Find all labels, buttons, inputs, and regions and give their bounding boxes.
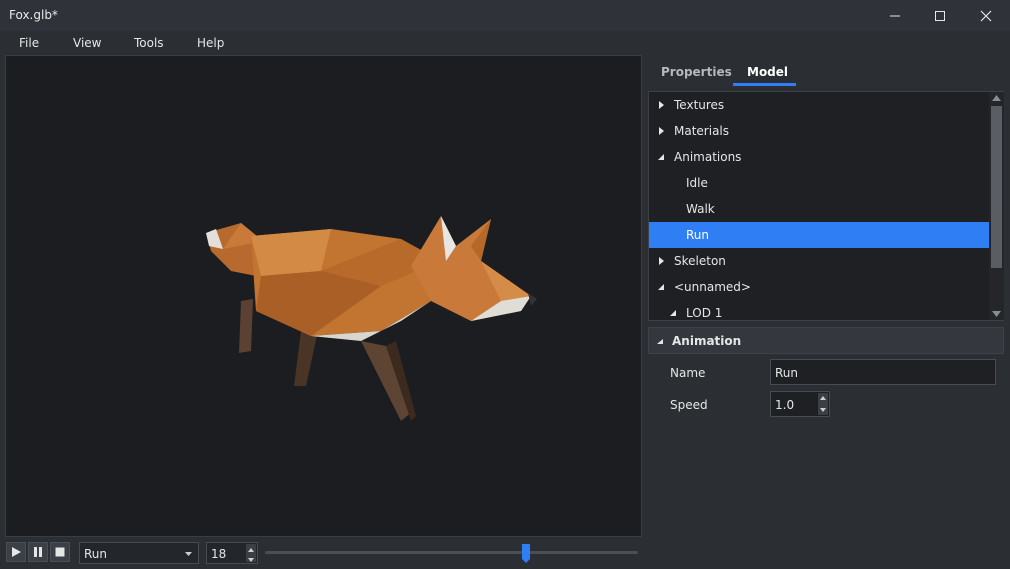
tree-item-label: Walk	[686, 202, 715, 216]
name-value: Run	[775, 366, 799, 380]
tree-item-unnamed[interactable]: <unnamed>	[649, 274, 989, 300]
tab-active-indicator	[733, 83, 796, 86]
speed-label: Speed	[670, 398, 708, 412]
tree-item-idle[interactable]: Idle	[649, 170, 989, 196]
expand-arrow-icon	[659, 127, 664, 135]
tree-item-label: Run	[686, 228, 710, 242]
speed-down-button[interactable]	[818, 404, 828, 415]
tree-item-skeleton[interactable]: Skeleton	[649, 248, 989, 274]
tree-item-textures[interactable]: Textures	[649, 92, 989, 118]
panel-tabs: Properties Model	[648, 56, 1010, 88]
scrollbar-thumb[interactable]	[991, 106, 1002, 268]
speed-up-button[interactable]	[818, 393, 828, 404]
frame-spinbox[interactable]: 18	[206, 542, 258, 564]
collapse-arrow-icon	[658, 154, 664, 160]
maximize-icon	[935, 10, 945, 21]
tree-item-label: Textures	[674, 98, 725, 112]
section-title: Animation	[672, 334, 742, 348]
tree-item-run[interactable]: Run	[649, 222, 989, 248]
animation-select-value: Run	[84, 547, 108, 561]
tree-item-label: Idle	[686, 176, 708, 190]
expand-arrow-icon	[659, 101, 664, 109]
close-button[interactable]	[963, 0, 1009, 31]
chevron-down-icon	[185, 552, 192, 556]
collapse-arrow-icon	[670, 310, 676, 316]
tree-item-lod1[interactable]: LOD 1	[649, 300, 989, 320]
menu-bar: File View Tools Help	[0, 31, 1010, 55]
name-label: Name	[670, 366, 706, 380]
model-tree[interactable]: Textures Materials Animations Idle Walk …	[648, 91, 1004, 321]
frame-down-button[interactable]	[246, 553, 256, 562]
collapse-arrow-icon	[658, 284, 664, 290]
title-bar: Fox.glb*	[0, 0, 1010, 31]
fox-model	[206, 216, 537, 421]
animation-section-header[interactable]: Animation	[648, 327, 1004, 354]
menu-file[interactable]: File	[19, 36, 39, 50]
stop-button[interactable]	[50, 542, 70, 562]
expand-arrow-icon	[659, 257, 664, 265]
pause-icon	[34, 547, 42, 557]
play-icon	[12, 547, 21, 557]
name-field[interactable]: Run	[770, 359, 996, 385]
speed-value: 1.0	[775, 398, 795, 412]
tree-item-label: Animations	[674, 150, 742, 164]
tree-item-materials[interactable]: Materials	[649, 118, 989, 144]
frame-up-button[interactable]	[246, 544, 256, 553]
close-icon	[980, 10, 992, 21]
frame-value: 18	[211, 547, 227, 561]
window-title: Fox.glb*	[9, 8, 58, 22]
tree-item-walk[interactable]: Walk	[649, 196, 989, 222]
arrow-down-icon	[820, 408, 826, 412]
tree-scrollbar[interactable]	[989, 92, 1004, 320]
arrow-up-icon	[820, 396, 826, 400]
tree-item-label: LOD 1	[686, 306, 723, 320]
speed-spinbox[interactable]: 1.0	[770, 391, 830, 417]
tab-properties[interactable]: Properties	[661, 65, 732, 79]
animation-select[interactable]: Run	[79, 542, 199, 564]
scroll-up-icon[interactable]	[992, 95, 1001, 101]
tree-item-animations[interactable]: Animations	[649, 144, 989, 170]
3d-viewport[interactable]	[5, 55, 642, 537]
menu-tools[interactable]: Tools	[134, 36, 164, 50]
minimize-button[interactable]	[872, 0, 918, 31]
play-button[interactable]	[6, 542, 26, 562]
tab-model[interactable]: Model	[747, 65, 788, 79]
tree-item-label: Materials	[674, 124, 730, 138]
scroll-down-icon[interactable]	[992, 311, 1001, 317]
pause-button[interactable]	[28, 542, 48, 562]
collapse-arrow-icon	[657, 339, 663, 344]
tree-item-label: <unnamed>	[674, 280, 751, 294]
minimize-icon	[890, 15, 900, 16]
menu-view[interactable]: View	[73, 36, 101, 50]
stop-icon	[55, 547, 65, 557]
timeline-slider[interactable]	[265, 551, 638, 554]
tree-item-label: Skeleton	[674, 254, 726, 268]
timeline-handle[interactable]	[521, 544, 531, 564]
menu-help[interactable]: Help	[197, 36, 224, 50]
arrow-down-icon	[248, 558, 254, 562]
maximize-button[interactable]	[917, 0, 963, 31]
